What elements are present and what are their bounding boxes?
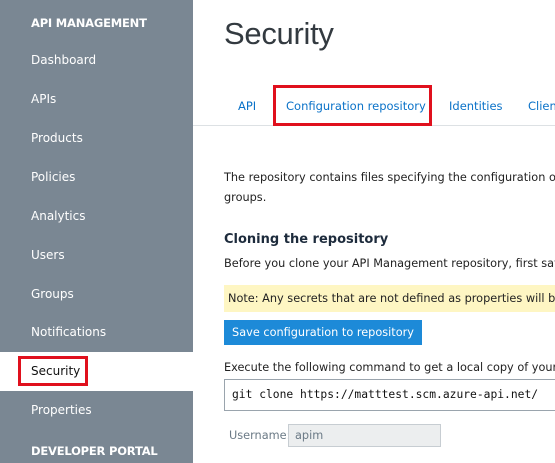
before-clone-text: Before you clone your API Management rep… [224, 257, 555, 270]
tab-identities[interactable]: Identities [449, 99, 503, 113]
execute-command-text: Execute the following command to get a l… [224, 361, 555, 374]
username-field[interactable] [288, 424, 441, 447]
cloning-section-title: Cloning the repository [224, 232, 389, 247]
intro-text-line2: groups. [224, 191, 267, 204]
sidebar-item-analytics[interactable]: Analytics [0, 197, 193, 236]
security-highlight-box [18, 356, 88, 386]
username-label: Username: [229, 429, 291, 442]
sidebar-item-groups[interactable]: Groups [0, 275, 193, 314]
sidebar-item-products[interactable]: Products [0, 119, 193, 158]
sidebar-header-api-management: API MANAGEMENT [31, 16, 147, 30]
sidebar-item-properties[interactable]: Properties [0, 391, 193, 430]
sidebar-header-developer-portal: DEVELOPER PORTAL [31, 444, 158, 458]
sidebar-item-notifications[interactable]: Notifications [0, 313, 193, 352]
tab-highlight-box [273, 85, 432, 126]
sidebar: API MANAGEMENT Dashboard APIs Products P… [0, 0, 193, 463]
git-clone-command-box[interactable]: git clone https://matttest.scm.azure-api… [224, 379, 555, 411]
page-title: Security [224, 16, 334, 51]
sidebar-item-policies[interactable]: Policies [0, 158, 193, 197]
sidebar-item-apis[interactable]: APIs [0, 80, 193, 119]
secrets-note: Note: Any secrets that are not defined a… [224, 285, 555, 312]
tab-client[interactable]: Clien [528, 99, 555, 113]
tab-api[interactable]: API [238, 99, 256, 113]
sidebar-item-dashboard[interactable]: Dashboard [0, 41, 193, 80]
save-configuration-button[interactable]: Save configuration to repository [224, 320, 422, 345]
intro-text-line1: The repository contains files specifying… [224, 171, 555, 184]
sidebar-item-users[interactable]: Users [0, 236, 193, 275]
